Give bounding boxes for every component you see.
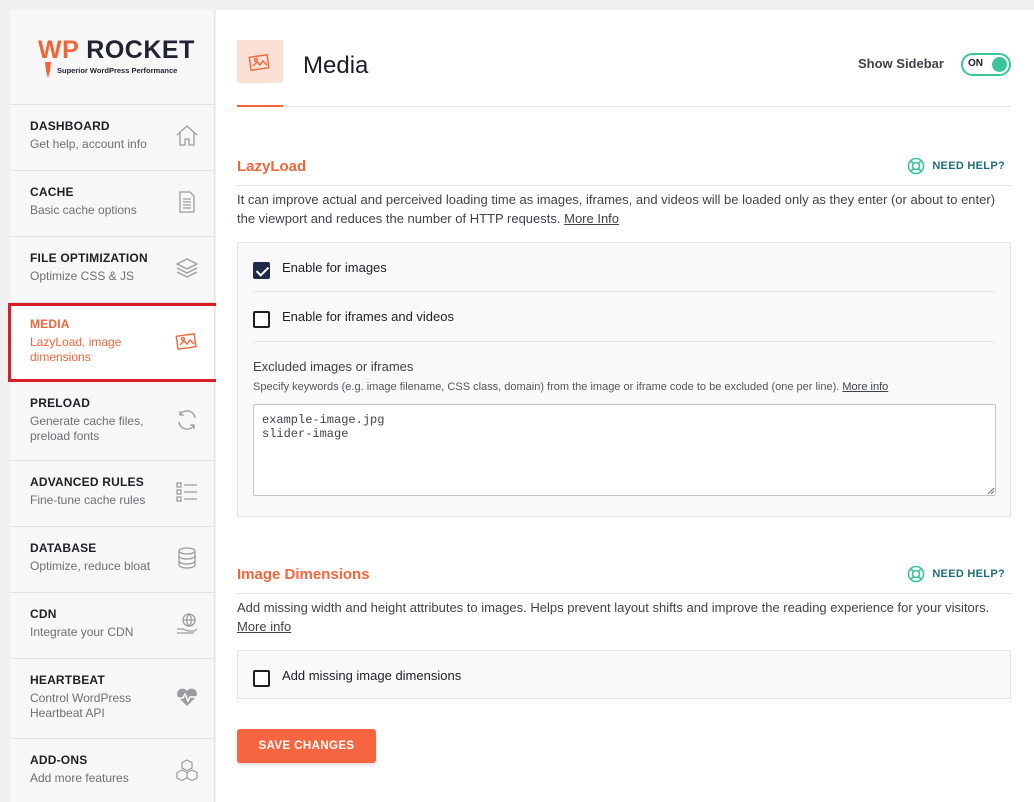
sidebar-item-desc: Add more features [30, 771, 129, 785]
lazyload-description: It can improve actual and perceived load… [237, 190, 997, 228]
image-dimensions-section-header: Image Dimensions NEED HELP? [237, 563, 1011, 594]
sidebar-item-advanced-rules[interactable]: ADVANCED RULES Fine-tune cache rules [10, 461, 214, 527]
excluded-desc-text: Specify keywords (e.g. image filename, C… [253, 381, 840, 393]
refresh-icon [178, 410, 196, 430]
image-dimensions-options-box: Add missing image dimensions [237, 650, 1011, 699]
heartbeat-icon [177, 688, 197, 706]
sidebar-item-desc: Control WordPress Heartbeat API [30, 691, 132, 720]
show-sidebar-toggle[interactable]: ON [961, 53, 1011, 76]
layers-icon [175, 258, 199, 278]
sidebar-item-desc: Get help, account info [30, 137, 147, 151]
image-icon [248, 53, 270, 71]
option-row-images: Enable for images [253, 243, 995, 292]
enable-images-checkbox[interactable] [253, 262, 270, 279]
toggle-state-text: ON [968, 58, 983, 69]
page-title: Media [303, 52, 369, 79]
image-icon [175, 333, 197, 350]
sidebar-item-desc: Optimize, reduce bloat [30, 559, 151, 573]
logo-wordmark: WP ROCKET [38, 36, 195, 65]
resize-grip-icon[interactable] [987, 487, 995, 495]
enable-images-label[interactable]: Enable for images [282, 260, 387, 275]
main-panel: Media Show Sidebar ON LazyLoad NEED HELP… [216, 10, 1034, 802]
sidebar-item-desc: Basic cache options [30, 203, 137, 217]
toggle-knob [992, 57, 1007, 72]
lifebuoy-icon [908, 157, 925, 175]
option-row-dimensions: Add missing image dimensions [253, 651, 995, 700]
checklist-icon [176, 482, 197, 502]
sidebar-item-database[interactable]: DATABASE Optimize, reduce bloat [10, 527, 214, 593]
sidebar-item-desc: Integrate your CDN [30, 625, 134, 639]
enable-iframes-checkbox[interactable] [253, 311, 270, 328]
rocket-flame-icon [45, 62, 51, 78]
lazyload-more-info-link[interactable]: More Info [564, 211, 619, 226]
sidebar-item-preload[interactable]: PRELOAD Generate cache files, preload fo… [10, 382, 214, 461]
enable-iframes-label[interactable]: Enable for iframes and videos [282, 309, 454, 324]
lifebuoy-icon [908, 565, 925, 583]
add-dimensions-checkbox[interactable] [253, 670, 270, 687]
logo[interactable]: WP ROCKET Superior WordPress Performance [10, 10, 214, 105]
sidebar-item-desc: Fine-tune cache rules [30, 493, 146, 507]
document-icon [179, 191, 195, 213]
excluded-more-info-link[interactable]: More info [842, 381, 888, 393]
excluded-title: Excluded images or iframes [253, 359, 414, 374]
excluded-description: Specify keywords (e.g. image filename, C… [253, 381, 888, 393]
save-changes-button[interactable]: SAVE CHANGES [237, 729, 376, 763]
sidebar: WP ROCKET Superior WordPress Performance… [10, 10, 215, 802]
page-title-underline [237, 105, 283, 107]
excluded-textarea[interactable]: example-image.jpg slider-image [253, 404, 996, 496]
page-icon-box [237, 40, 283, 83]
sidebar-item-media[interactable]: MEDIA LazyLoad, image dimensions [10, 303, 214, 382]
sidebar-item-dashboard[interactable]: DASHBOARD Get help, account info [10, 105, 214, 171]
dimensions-more-info-link[interactable]: More info [237, 619, 291, 634]
show-sidebar-label: Show Sidebar [858, 56, 944, 71]
image-dimensions-description: Add missing width and height attributes … [237, 598, 997, 636]
need-help-link[interactable]: NEED HELP? [907, 157, 1005, 175]
page-header: Media Show Sidebar ON [237, 10, 1011, 107]
database-icon [178, 547, 196, 569]
sidebar-item-cache[interactable]: CACHE Basic cache options [10, 171, 214, 237]
lazyload-section-header: LazyLoad NEED HELP? [237, 155, 1011, 186]
add-dimensions-label[interactable]: Add missing image dimensions [282, 668, 461, 683]
logo-wp: WP [38, 36, 79, 64]
globe-hand-icon [177, 613, 198, 634]
home-icon [176, 125, 198, 146]
sidebar-item-heartbeat[interactable]: HEARTBEAT Control WordPress Heartbeat AP… [10, 659, 214, 739]
sidebar-item-file-optimization[interactable]: FILE OPTIMIZATION Optimize CSS & JS [10, 237, 214, 303]
section-title: Image Dimensions [237, 566, 370, 583]
need-help-label: NEED HELP? [932, 568, 1005, 580]
need-help-link[interactable]: NEED HELP? [907, 565, 1005, 583]
option-row-iframes: Enable for iframes and videos [253, 292, 995, 342]
sidebar-item-desc: Generate cache files, preload fonts [30, 414, 144, 443]
dimensions-desc-text: Add missing width and height attributes … [237, 600, 990, 615]
logo-rocket: ROCKET [86, 36, 195, 64]
sidebar-item-desc: LazyLoad, image dimensions [30, 335, 122, 364]
lazyload-options-box: Enable for images Enable for iframes and… [237, 242, 1011, 517]
need-help-label: NEED HELP? [932, 160, 1005, 172]
cubes-icon [176, 759, 198, 782]
sidebar-item-add-ons[interactable]: ADD-ONS Add more features [10, 739, 214, 802]
sidebar-item-cdn[interactable]: CDN Integrate your CDN [10, 593, 214, 659]
sidebar-item-desc: Optimize CSS & JS [30, 269, 135, 283]
logo-tagline: Superior WordPress Performance [57, 66, 178, 75]
section-title: LazyLoad [237, 158, 307, 175]
